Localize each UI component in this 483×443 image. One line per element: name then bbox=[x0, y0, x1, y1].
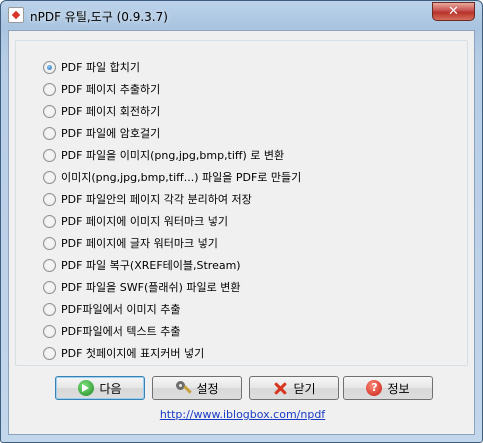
option-image-watermark[interactable]: PDF 페이지에 이미지 워터마크 넣기 bbox=[43, 212, 228, 230]
option-label: PDF 페이지 추출하기 bbox=[61, 83, 161, 96]
homepage-link[interactable]: http://www.iblogbox.com/npdf bbox=[9, 408, 476, 421]
radio-button[interactable] bbox=[43, 148, 56, 162]
title-bar[interactable]: nPDF 유틸,도구 (0.9.3.7) ✕ bbox=[1, 1, 482, 29]
radio-button[interactable] bbox=[43, 214, 56, 228]
wrench-gear-icon bbox=[175, 380, 191, 396]
option-text-watermark[interactable]: PDF 페이지에 글자 워터마크 넣기 bbox=[43, 234, 218, 252]
option-pdf-to-swf[interactable]: PDF 파일을 SWF(플래쉬) 파일로 변환 bbox=[43, 278, 241, 296]
option-label: PDF 페이지 회전하기 bbox=[61, 105, 161, 118]
option-label: PDF파일에서 이미지 추출 bbox=[61, 303, 181, 316]
option-label: PDF파일에서 텍스트 추출 bbox=[61, 325, 181, 338]
radio-button[interactable] bbox=[43, 192, 56, 206]
green-arrow-icon bbox=[78, 380, 95, 396]
next-button-label: 다음 bbox=[99, 381, 122, 396]
radio-button[interactable] bbox=[43, 104, 56, 118]
option-label: PDF 파일 합치기 bbox=[61, 61, 141, 74]
option-extract-text[interactable]: PDF파일에서 텍스트 추출 bbox=[43, 322, 181, 340]
option-pdf-to-image[interactable]: PDF 파일을 이미지(png,jpg,bmp,tiff) 로 변환 bbox=[43, 146, 284, 164]
info-button-label: 정보 bbox=[387, 381, 410, 396]
radio-button[interactable] bbox=[43, 258, 56, 272]
radio-button[interactable] bbox=[43, 346, 56, 360]
option-encrypt-pdf[interactable]: PDF 파일에 암호걸기 bbox=[43, 124, 160, 142]
radio-button[interactable] bbox=[43, 302, 56, 316]
option-extract-pages[interactable]: PDF 페이지 추출하기 bbox=[43, 80, 160, 98]
radio-button[interactable] bbox=[43, 170, 56, 184]
option-repair-pdf[interactable]: PDF 파일 복구(XREF테이블,Stream) bbox=[43, 256, 241, 274]
next-button[interactable]: 다음 bbox=[55, 376, 145, 400]
option-merge-pdf[interactable]: PDF 파일 합치기 bbox=[43, 58, 140, 76]
option-label: PDF 파일을 이미지(png,jpg,bmp,tiff) 로 변환 bbox=[61, 149, 285, 162]
option-insert-cover[interactable]: PDF 첫페이지에 표지커버 넣기 bbox=[43, 344, 204, 362]
settings-button[interactable]: 설정 bbox=[152, 376, 242, 400]
options-group: PDF 파일 합치기 PDF 페이지 추출하기 PDF 페이지 회전하기 PDF… bbox=[15, 40, 468, 366]
option-label: 이미지(png,jpg,bmp,tiff...) 파일을 PDF로 만들기 bbox=[61, 171, 302, 184]
client-area: PDF 파일 합치기 PDF 페이지 추출하기 PDF 페이지 회전하기 PDF… bbox=[8, 30, 475, 435]
red-x-icon bbox=[272, 380, 288, 396]
close-button-label: 닫기 bbox=[293, 381, 316, 396]
info-button[interactable]: ? 정보 bbox=[343, 376, 433, 400]
radio-button[interactable] bbox=[43, 324, 56, 338]
option-split-pages[interactable]: PDF 파일안의 페이지 각각 분리하여 저장 bbox=[43, 190, 252, 208]
radio-button[interactable] bbox=[43, 126, 56, 140]
option-label: PDF 첫페이지에 표지커버 넣기 bbox=[61, 347, 205, 360]
radio-button[interactable] bbox=[43, 280, 56, 294]
settings-button-label: 설정 bbox=[196, 381, 219, 396]
option-label: PDF 파일 복구(XREF테이블,Stream) bbox=[61, 259, 241, 272]
help-icon: ? bbox=[366, 380, 383, 396]
option-rotate-pages[interactable]: PDF 페이지 회전하기 bbox=[43, 102, 160, 120]
app-window: nPDF 유틸,도구 (0.9.3.7) ✕ PDF 파일 합치기 PDF 페이… bbox=[0, 0, 483, 443]
option-label: PDF 페이지에 이미지 워터마크 넣기 bbox=[61, 215, 228, 228]
option-label: PDF 파일을 SWF(플래쉬) 파일로 변환 bbox=[61, 281, 241, 294]
window-close-button[interactable]: ✕ bbox=[432, 2, 475, 21]
radio-button[interactable] bbox=[43, 60, 56, 74]
option-extract-images[interactable]: PDF파일에서 이미지 추출 bbox=[43, 300, 181, 318]
pdf-app-icon bbox=[8, 7, 24, 23]
window-title: nPDF 유틸,도구 (0.9.3.7) bbox=[30, 10, 168, 24]
radio-button[interactable] bbox=[43, 236, 56, 250]
option-label: PDF 파일에 암호걸기 bbox=[61, 127, 161, 140]
option-label: PDF 페이지에 글자 워터마크 넣기 bbox=[61, 237, 218, 250]
close-button[interactable]: 닫기 bbox=[249, 376, 339, 400]
radio-button[interactable] bbox=[43, 82, 56, 96]
option-label: PDF 파일안의 페이지 각각 분리하여 저장 bbox=[61, 193, 252, 206]
option-image-to-pdf[interactable]: 이미지(png,jpg,bmp,tiff...) 파일을 PDF로 만들기 bbox=[43, 168, 301, 186]
